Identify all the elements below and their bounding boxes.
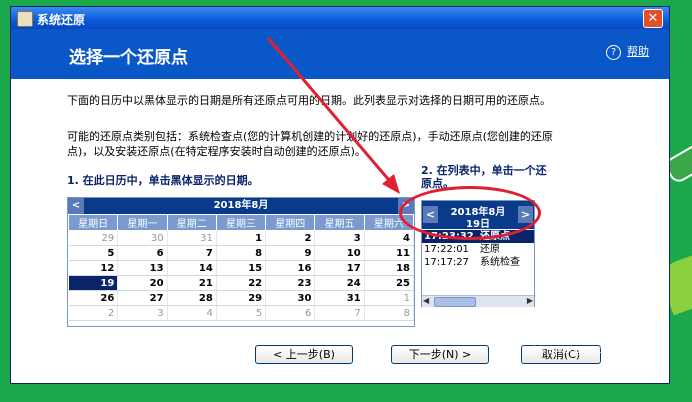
watermark-brand: 搜狗指南 — [539, 322, 627, 346]
sogou-logo-icon: S — [510, 318, 536, 344]
watermark-url: zhinan.sogou.com — [528, 345, 620, 356]
sogou-watermark: S 搜狗指南 zhinan.sogou.com — [510, 318, 627, 356]
